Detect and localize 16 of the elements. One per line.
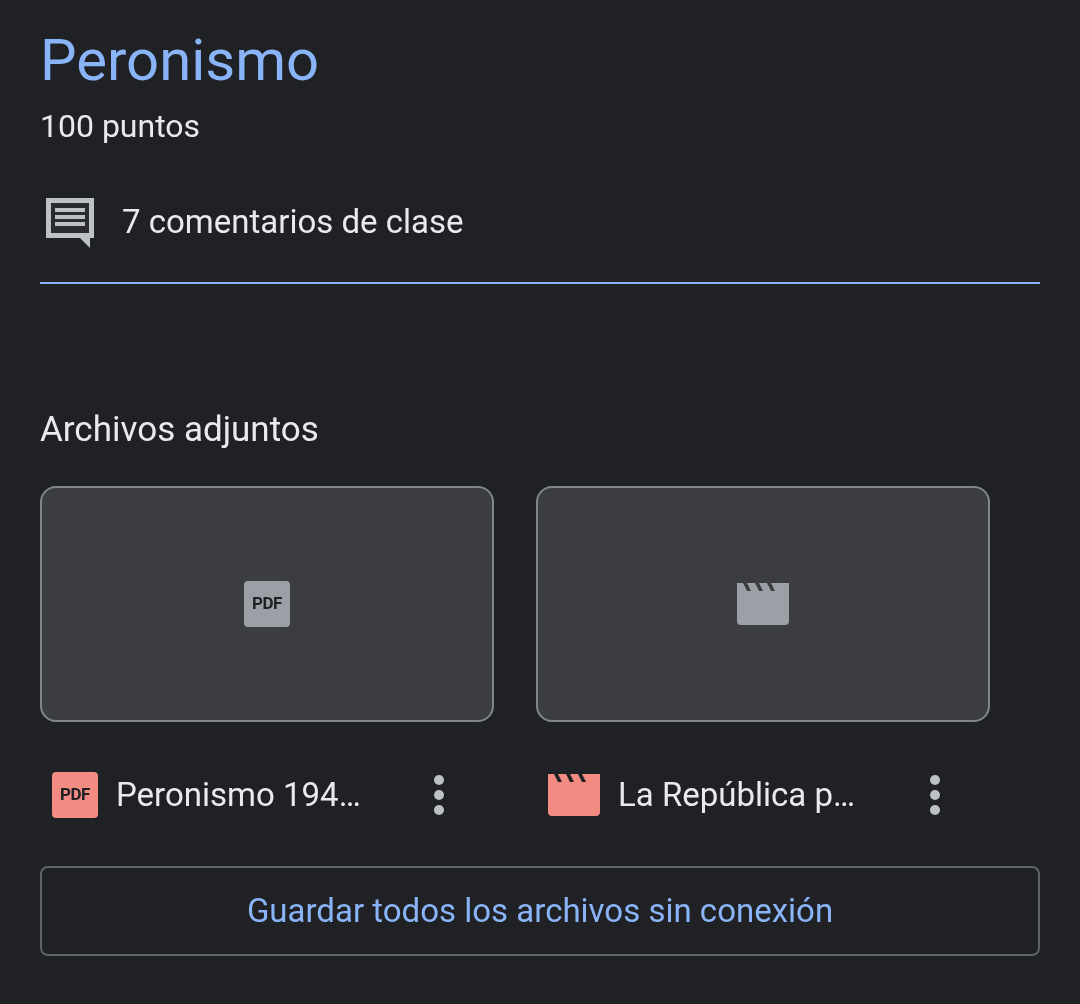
attachment-thumbnail[interactable]: PDF — [40, 486, 494, 722]
points-text: 100 puntos — [40, 106, 202, 146]
assignment-title: Peronismo — [40, 25, 321, 96]
class-comments-link[interactable]: 7 comentarios de clase — [122, 197, 464, 247]
attachment-name[interactable]: La República p… — [618, 770, 856, 820]
pdf-icon: PDF — [52, 771, 98, 818]
more-options-icon[interactable] — [930, 774, 940, 815]
comment-icon — [44, 196, 96, 248]
clapperboard-icon — [737, 583, 789, 625]
attachment-thumbnail[interactable] — [536, 486, 990, 722]
attachment-name[interactable]: Peronismo 194… — [116, 770, 361, 820]
more-options-icon[interactable] — [434, 774, 444, 815]
attachments-heading: Archivos adjuntos — [40, 408, 320, 452]
clapperboard-icon — [548, 773, 600, 816]
pdf-icon: PDF — [244, 581, 290, 627]
save-offline-button[interactable]: Guardar todos los archivos sin conexión — [40, 865, 1040, 956]
